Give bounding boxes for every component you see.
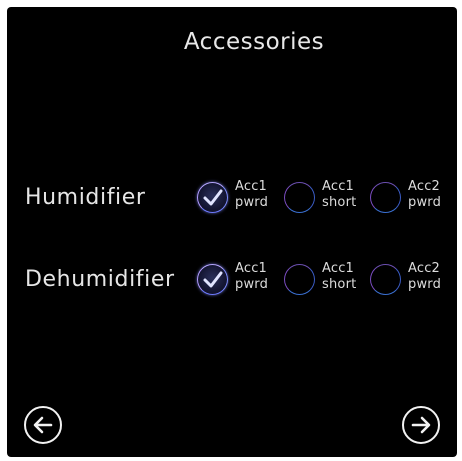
option-line1: Acc2 — [408, 261, 441, 276]
dehumidifier-acc1-pwrd-option[interactable]: Acc1 pwrd — [197, 261, 277, 301]
humidifier-acc1-pwrd-radio[interactable] — [197, 182, 228, 213]
dehumidifier-acc1-pwrd-radio[interactable] — [197, 264, 228, 295]
option-line2: short — [322, 195, 357, 210]
humidifier-acc1-short-radio[interactable] — [284, 182, 315, 213]
dehumidifier-acc2-pwrd-label: Acc2 pwrd — [408, 261, 441, 293]
option-line1: Acc1 — [322, 261, 355, 276]
checkmark-icon — [203, 189, 223, 206]
option-line2: pwrd — [235, 277, 269, 292]
checkmark-icon — [203, 271, 223, 288]
arrow-right-icon — [411, 416, 431, 434]
option-line2: pwrd — [235, 195, 269, 210]
humidifier-acc1-pwrd-label: Acc1 pwrd — [235, 179, 268, 211]
arrow-left-icon — [33, 416, 53, 434]
option-line2: pwrd — [408, 277, 442, 292]
humidifier-acc1-pwrd-option[interactable]: Acc1 pwrd — [197, 179, 277, 219]
dehumidifier-acc2-pwrd-radio[interactable] — [370, 264, 401, 295]
next-button[interactable] — [402, 406, 440, 444]
dehumidifier-acc1-short-label: Acc1 short — [322, 261, 356, 293]
back-button[interactable] — [24, 406, 62, 444]
humidifier-acc2-pwrd-radio[interactable] — [370, 182, 401, 213]
humidifier-acc1-short-option[interactable]: Acc1 short — [284, 179, 364, 219]
humidifier-acc1-short-label: Acc1 short — [322, 179, 356, 211]
page-title: Accessories — [183, 29, 325, 55]
dehumidifier-acc1-short-radio[interactable] — [284, 264, 315, 295]
option-line1: Acc1 — [322, 179, 355, 194]
option-line1: Acc2 — [408, 179, 441, 194]
humidifier-label: Humidifier — [25, 185, 146, 210]
humidifier-acc2-pwrd-option[interactable]: Acc2 pwrd — [370, 179, 450, 219]
screen: Accessories Humidifier Acc1 pwrd Acc1 sh… — [0, 0, 462, 461]
option-line2: pwrd — [408, 195, 442, 210]
option-line1: Acc1 — [235, 179, 268, 194]
dehumidifier-label: Dehumidifier — [25, 267, 175, 292]
dehumidifier-acc1-short-option[interactable]: Acc1 short — [284, 261, 364, 301]
device-panel: Accessories Humidifier Acc1 pwrd Acc1 sh… — [7, 7, 457, 457]
option-line2: short — [322, 277, 357, 292]
dehumidifier-acc2-pwrd-option[interactable]: Acc2 pwrd — [370, 261, 450, 301]
option-line1: Acc1 — [235, 261, 268, 276]
dehumidifier-acc1-pwrd-label: Acc1 pwrd — [235, 261, 268, 293]
humidifier-acc2-pwrd-label: Acc2 pwrd — [408, 179, 441, 211]
